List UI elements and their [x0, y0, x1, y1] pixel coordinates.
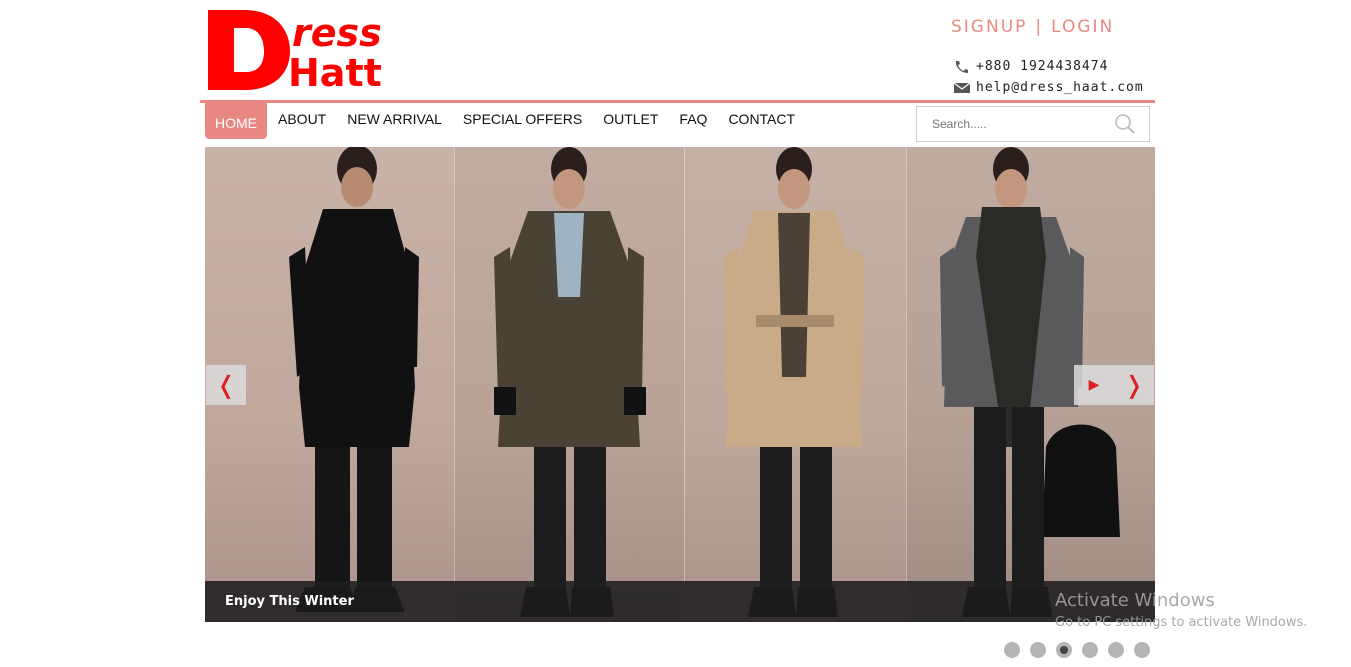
- phone-icon: [953, 60, 971, 74]
- email-contact: help@dress_haat.com: [953, 80, 1144, 95]
- phone-number: +880 1924438474: [976, 59, 1109, 74]
- active-dot-indicator: [1060, 646, 1068, 654]
- search-icon[interactable]: [1114, 113, 1136, 135]
- slider-dot-1[interactable]: [1004, 642, 1020, 658]
- logo-text-ress: ress: [292, 11, 382, 55]
- nav-item-contact[interactable]: CONTACT: [718, 103, 805, 139]
- slider-play-button[interactable]: ▶: [1074, 365, 1114, 405]
- hero-slider: [205, 147, 1155, 622]
- slider-prev-button[interactable]: ❬: [206, 365, 246, 405]
- slider-next-button[interactable]: ❭: [1114, 365, 1154, 405]
- nav-item-special-offers[interactable]: SPECIAL OFFERS: [453, 103, 592, 139]
- page: ress Hatt SIGNUP | LOGIN +880 1924438474 h…: [0, 0, 1351, 667]
- auth-separator: |: [1035, 17, 1044, 37]
- slider-dot-3[interactable]: [1056, 642, 1072, 658]
- phone-contact: +880 1924438474: [953, 59, 1108, 74]
- signup-link[interactable]: SIGNUP: [951, 17, 1027, 37]
- slide-panel-beige-trench: [684, 147, 906, 622]
- nav-item-home[interactable]: HOME: [205, 103, 267, 139]
- slider-dot-2[interactable]: [1030, 642, 1046, 658]
- logo-text-hatt: Hatt: [288, 51, 382, 92]
- play-icon: ▶: [1088, 377, 1100, 393]
- slider-dot-6[interactable]: [1134, 642, 1150, 658]
- chevron-right-icon: ❭: [1123, 371, 1145, 399]
- brand-logo[interactable]: ress Hatt: [206, 6, 411, 92]
- search-box: [916, 106, 1150, 142]
- slider-dot-4[interactable]: [1082, 642, 1098, 658]
- slide-caption: Enjoy This Winter: [205, 581, 1155, 622]
- slider-dot-5[interactable]: [1108, 642, 1124, 658]
- activate-title: Activate Windows: [1055, 590, 1215, 611]
- activate-subtitle: Go to PC settings to activate Windows.: [1055, 615, 1308, 630]
- search-input[interactable]: [917, 117, 1112, 131]
- slider-pagination: [1004, 642, 1160, 658]
- auth-links: SIGNUP | LOGIN: [951, 17, 1114, 37]
- main-nav: HOME ABOUT NEW ARRIVAL SPECIAL OFFERS OU…: [205, 103, 805, 139]
- activate-windows-watermark: Activate Windows Go to PC settings to ac…: [1055, 590, 1307, 630]
- mail-icon: [953, 81, 971, 95]
- chevron-left-icon: ❬: [215, 371, 237, 399]
- nav-item-new-arrival[interactable]: NEW ARRIVAL: [337, 103, 452, 139]
- email-address[interactable]: help@dress_haat.com: [976, 80, 1144, 95]
- slide-panel-olive-trench: [454, 147, 684, 622]
- nav-item-about[interactable]: ABOUT: [268, 103, 336, 139]
- nav-item-faq[interactable]: FAQ: [669, 103, 717, 139]
- nav-item-outlet[interactable]: OUTLET: [593, 103, 668, 139]
- login-link[interactable]: LOGIN: [1051, 17, 1114, 37]
